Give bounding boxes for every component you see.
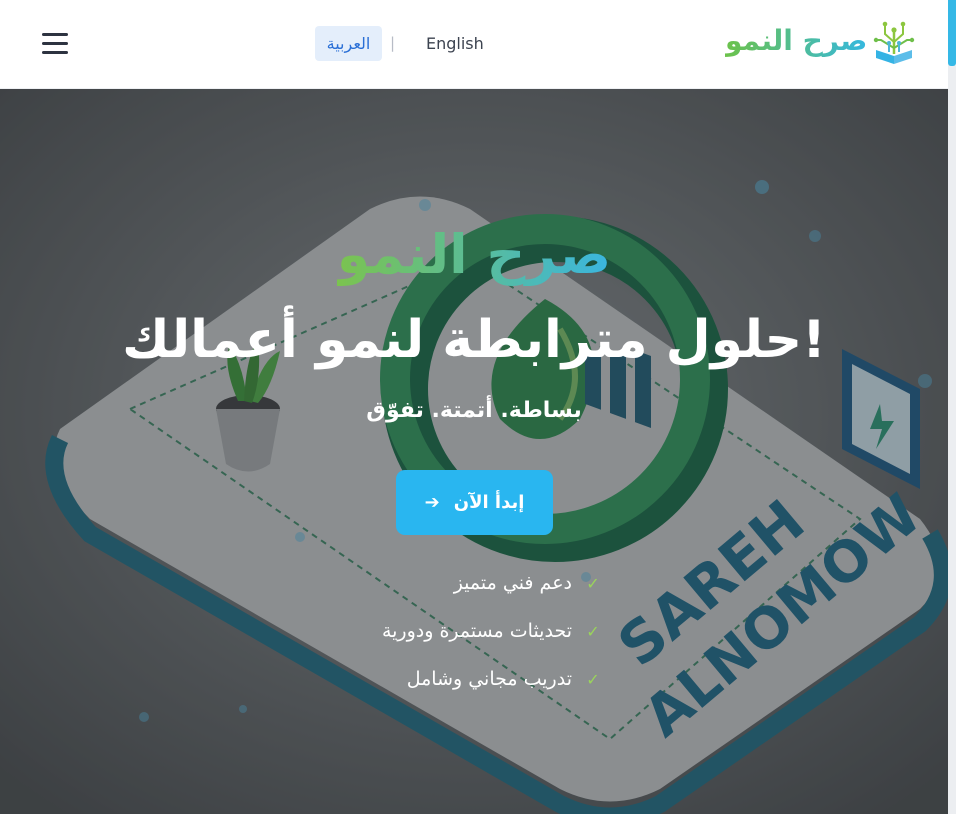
circuit-tree-book-icon[interactable] <box>872 18 916 66</box>
feature-label: تحديثات مستمرة ودورية <box>381 620 572 642</box>
check-icon: ✓ <box>586 573 600 593</box>
scrollbar-thumb[interactable] <box>948 0 956 66</box>
check-icon: ✓ <box>586 621 600 641</box>
feature-label: تدريب مجاني وشامل <box>406 668 572 690</box>
language-english-button[interactable]: English <box>418 26 492 61</box>
hero-subline: بساطة. أتمتة. تفوّق <box>366 398 582 423</box>
feature-item: ✓ تدريب مجاني وشامل <box>340 655 602 703</box>
hamburger-icon <box>42 33 68 36</box>
language-separator: | <box>390 34 396 52</box>
hero-brand-title: صرح النمو <box>0 225 948 285</box>
start-now-label: إبدأ الآن <box>453 492 525 513</box>
check-icon: ✓ <box>586 669 600 689</box>
logo-text[interactable]: صرح النمو <box>725 24 867 57</box>
feature-list: ✓ دعم فني متميز ✓ تحديثات مستمرة ودورية … <box>340 559 602 703</box>
hero-brand-title-text: صرح النمو <box>336 223 612 286</box>
feature-label: دعم فني متميز <box>453 572 572 594</box>
hamburger-menu-button[interactable] <box>42 33 68 55</box>
hero-headline: حلول مترابطة لنمو أعمالك! <box>122 310 826 370</box>
hero-section: SAREH ALNOMOW صرح النمو حلول مترابطة لنم… <box>0 89 948 814</box>
feature-item: ✓ تحديثات مستمرة ودورية <box>340 607 602 655</box>
arrow-right-icon: ➔ <box>424 492 440 513</box>
site-header: العربية | English صرح النمو <box>0 0 948 89</box>
language-arabic-button[interactable]: العربية <box>315 26 382 61</box>
feature-item: ✓ دعم فني متميز <box>340 559 602 607</box>
hero-overlay <box>0 89 948 814</box>
page-scrollbar[interactable] <box>948 0 956 814</box>
start-now-button[interactable]: إبدأ الآن ➔ <box>396 470 553 535</box>
